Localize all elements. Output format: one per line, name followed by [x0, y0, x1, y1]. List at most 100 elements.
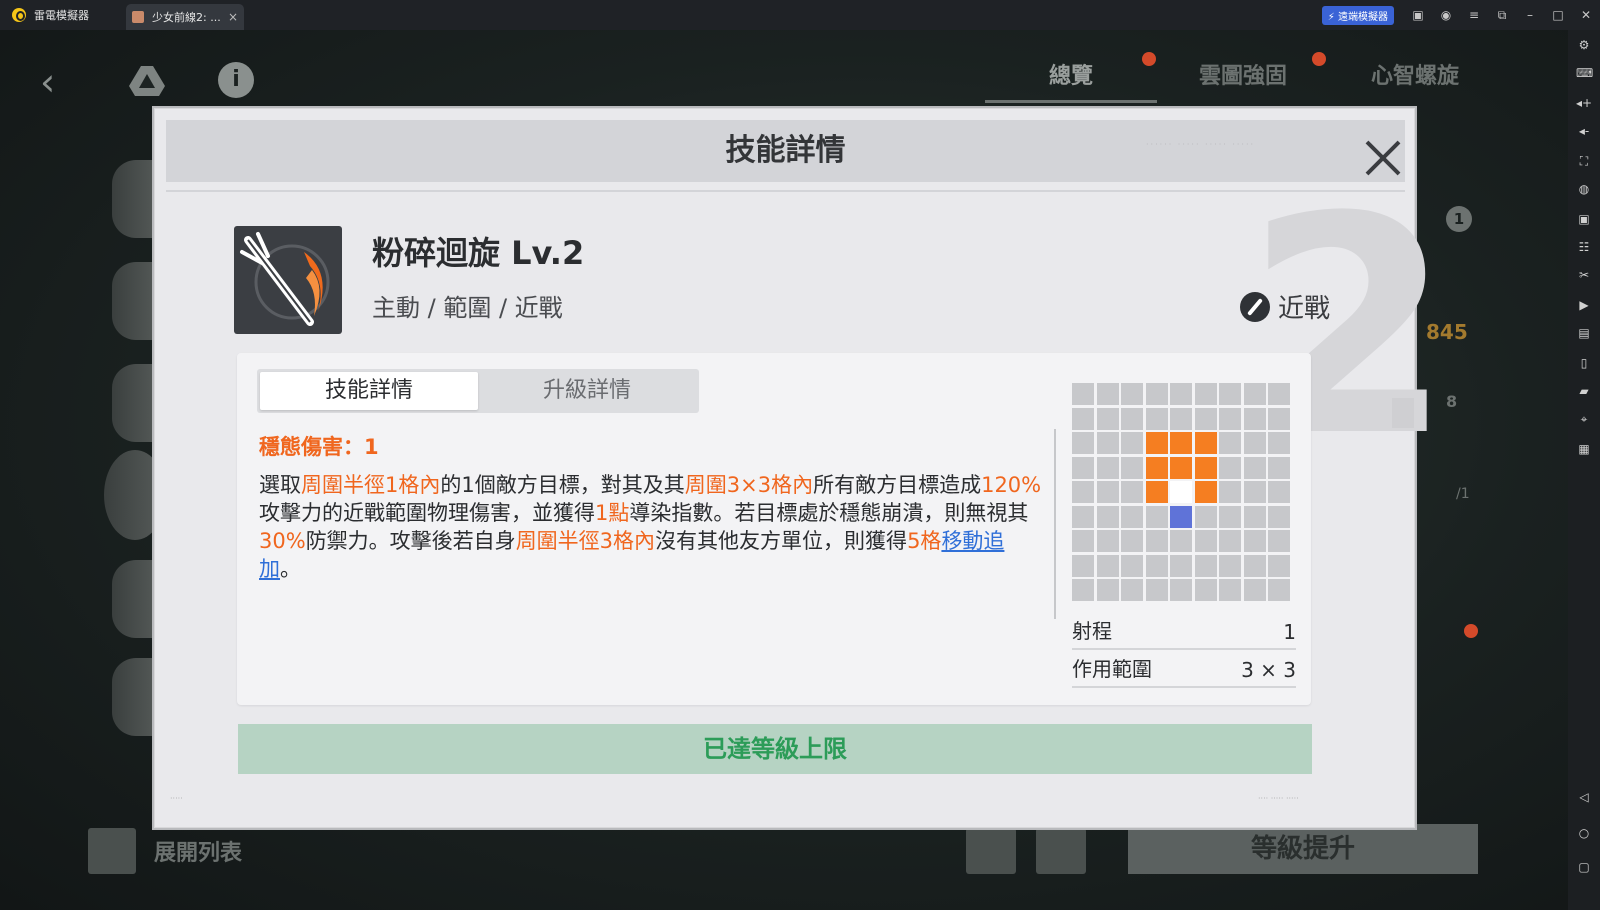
multi-instance-icon[interactable]: ▤: [1576, 326, 1592, 340]
back-arrow-icon[interactable]: ‹: [40, 60, 55, 104]
skill-icon: [234, 226, 342, 334]
grid-cell: [1145, 579, 1168, 601]
keyboard-icon[interactable]: ⌨: [1576, 66, 1593, 80]
outfit-icon[interactable]: [1036, 828, 1086, 874]
sofa-icon[interactable]: [966, 828, 1016, 874]
emulator-app-name: 雷電模擬器: [34, 9, 89, 22]
grid-cell: [1268, 407, 1290, 430]
grid-cell: [1219, 579, 1241, 601]
grid-cell: [1072, 383, 1094, 405]
grid-cell-area: [1194, 432, 1217, 454]
recent-apps-icon[interactable]: ▢: [1576, 860, 1592, 874]
tab-skill-details[interactable]: 技能詳情: [260, 372, 478, 410]
location-icon[interactable]: ⌖: [1576, 412, 1592, 426]
grid-cell: [1243, 554, 1266, 577]
grid-cell-area: [1170, 456, 1192, 479]
skill-detail-dialog: 2 技能詳情 ······ ····· ····· ····· 粉碎迴旋 Lv.…: [152, 106, 1453, 830]
grid-cell: [1268, 383, 1290, 405]
tab-upgrade-details[interactable]: 升級詳情: [478, 372, 696, 410]
maximize-icon[interactable]: □: [1544, 0, 1572, 30]
bg-tab-mind[interactable]: 心智螺旋: [1329, 58, 1501, 103]
description-scrollbar[interactable]: [1054, 429, 1056, 619]
grid-cell: [1268, 456, 1290, 479]
expand-list-control[interactable]: 展開列表: [88, 828, 242, 874]
robot-icon[interactable]: ☷: [1576, 240, 1592, 254]
grid-cell: [1243, 383, 1266, 405]
grid-cell: [1096, 579, 1119, 601]
desc-highlight: 5格: [907, 529, 942, 553]
crush-spin-skill-icon: [240, 232, 330, 326]
grid-cell: [1096, 432, 1119, 454]
footer-decoration: ···· ····· ·····: [1258, 794, 1299, 803]
menu-icon[interactable]: ≡: [1460, 0, 1488, 30]
emulator-titlebar: 雷電模擬器 少女前線2: ... × ⚡ 遠端模擬器 ▣ ◉ ≡ ⧉ – □ ✕: [0, 0, 1600, 30]
minimize-icon[interactable]: –: [1516, 0, 1544, 30]
volume-down-icon[interactable]: ◂-: [1576, 124, 1592, 138]
bg-tab-overview[interactable]: 總覽: [985, 58, 1157, 103]
skill-name: 粉碎迴旋 Lv.2: [372, 234, 585, 272]
skill-description: 選取周圍半徑1格內的1個敵方目標，對其及其周圍3×3格內所有敵方目標造成120%…: [259, 471, 1045, 583]
window-tab-game[interactable]: 少女前線2: ... ×: [126, 4, 244, 30]
info-icon[interactable]: i: [218, 62, 254, 98]
window-tab-close-icon[interactable]: ×: [228, 10, 238, 24]
back-icon[interactable]: ◁: [1576, 790, 1592, 804]
grid-cell: [1145, 383, 1168, 405]
desc-text: 沒有其他友方單位，則獲得: [655, 529, 908, 553]
screenshot-icon[interactable]: ⛶: [1576, 154, 1592, 168]
user-icon[interactable]: ◉: [1432, 0, 1460, 30]
folder-icon[interactable]: ▰: [1576, 384, 1592, 398]
background-tabs: 總覽 雲圖強固 心智螺旋: [985, 58, 1501, 103]
grid-cell: [1121, 456, 1143, 479]
grid-cell-area: [1145, 456, 1168, 479]
bg-tab-cloud[interactable]: 雲圖強固: [1157, 58, 1329, 103]
grid-cell: [1121, 554, 1143, 577]
popout-icon[interactable]: ⧉: [1488, 0, 1516, 30]
grid-cell: [1268, 432, 1290, 454]
sync-icon[interactable]: ▯: [1576, 356, 1592, 370]
grid-cell: [1096, 456, 1119, 479]
grid-cell: [1170, 407, 1192, 430]
desc-highlight: 30%: [259, 529, 306, 553]
apk-icon[interactable]: ▦: [1576, 442, 1592, 456]
desc-text: 導染指數。若目標處於穩態崩潰，則無視其: [629, 501, 1029, 525]
desc-highlight: 周圍半徑3格內: [515, 529, 656, 553]
grid-cell: [1072, 554, 1094, 577]
desc-highlight: 周圍3×3格內: [684, 473, 814, 497]
drive-icon[interactable]: [128, 64, 166, 98]
grid-cell: [1096, 407, 1119, 430]
volume-up-icon[interactable]: ◂+: [1576, 96, 1592, 110]
grid-cell: [1145, 505, 1168, 528]
gift-icon[interactable]: ▣: [1404, 0, 1432, 30]
grid-cell: [1219, 383, 1241, 405]
grid-cell: [1072, 505, 1094, 528]
grid-cell: [1170, 383, 1192, 405]
gear-icon[interactable]: ⚙: [1576, 38, 1592, 52]
titlebar-controls: ⚡ 遠端模擬器 ▣ ◉ ≡ ⧉ – □ ✕: [1321, 0, 1600, 30]
grid-cell-area: [1194, 481, 1217, 503]
grid-cell-target: [1170, 505, 1192, 528]
grid-cell: [1243, 530, 1266, 552]
close-dialog-icon[interactable]: [1363, 138, 1403, 178]
dialog-title: 技能詳情: [725, 133, 846, 168]
remote-emulator-button[interactable]: ⚡ 遠端模擬器: [1321, 5, 1394, 25]
level-up-button[interactable]: 等級提升: [1128, 824, 1478, 874]
grid-cell: [1145, 554, 1168, 577]
grid-cell: [1268, 530, 1290, 552]
record-icon[interactable]: ▣: [1576, 212, 1592, 226]
grid-cell: [1145, 530, 1168, 552]
notification-dot: [1142, 52, 1156, 66]
shake-icon[interactable]: ◍: [1576, 182, 1592, 196]
scissors-icon[interactable]: ✂: [1576, 268, 1592, 282]
grid-cell: [1243, 456, 1266, 479]
grid-cell: [1072, 579, 1094, 601]
home-icon[interactable]: ○: [1576, 826, 1592, 840]
video-icon[interactable]: ▶: [1576, 298, 1592, 312]
notification-dot: [1312, 52, 1326, 66]
grid-cell: [1194, 407, 1217, 430]
grid-cell: [1121, 481, 1143, 503]
close-icon[interactable]: ✕: [1572, 0, 1600, 30]
grid-cell: [1243, 481, 1266, 503]
grid-cell: [1096, 383, 1119, 405]
grid-cell: [1072, 530, 1094, 552]
stat-area: 作用範圍 3 × 3: [1072, 653, 1296, 688]
